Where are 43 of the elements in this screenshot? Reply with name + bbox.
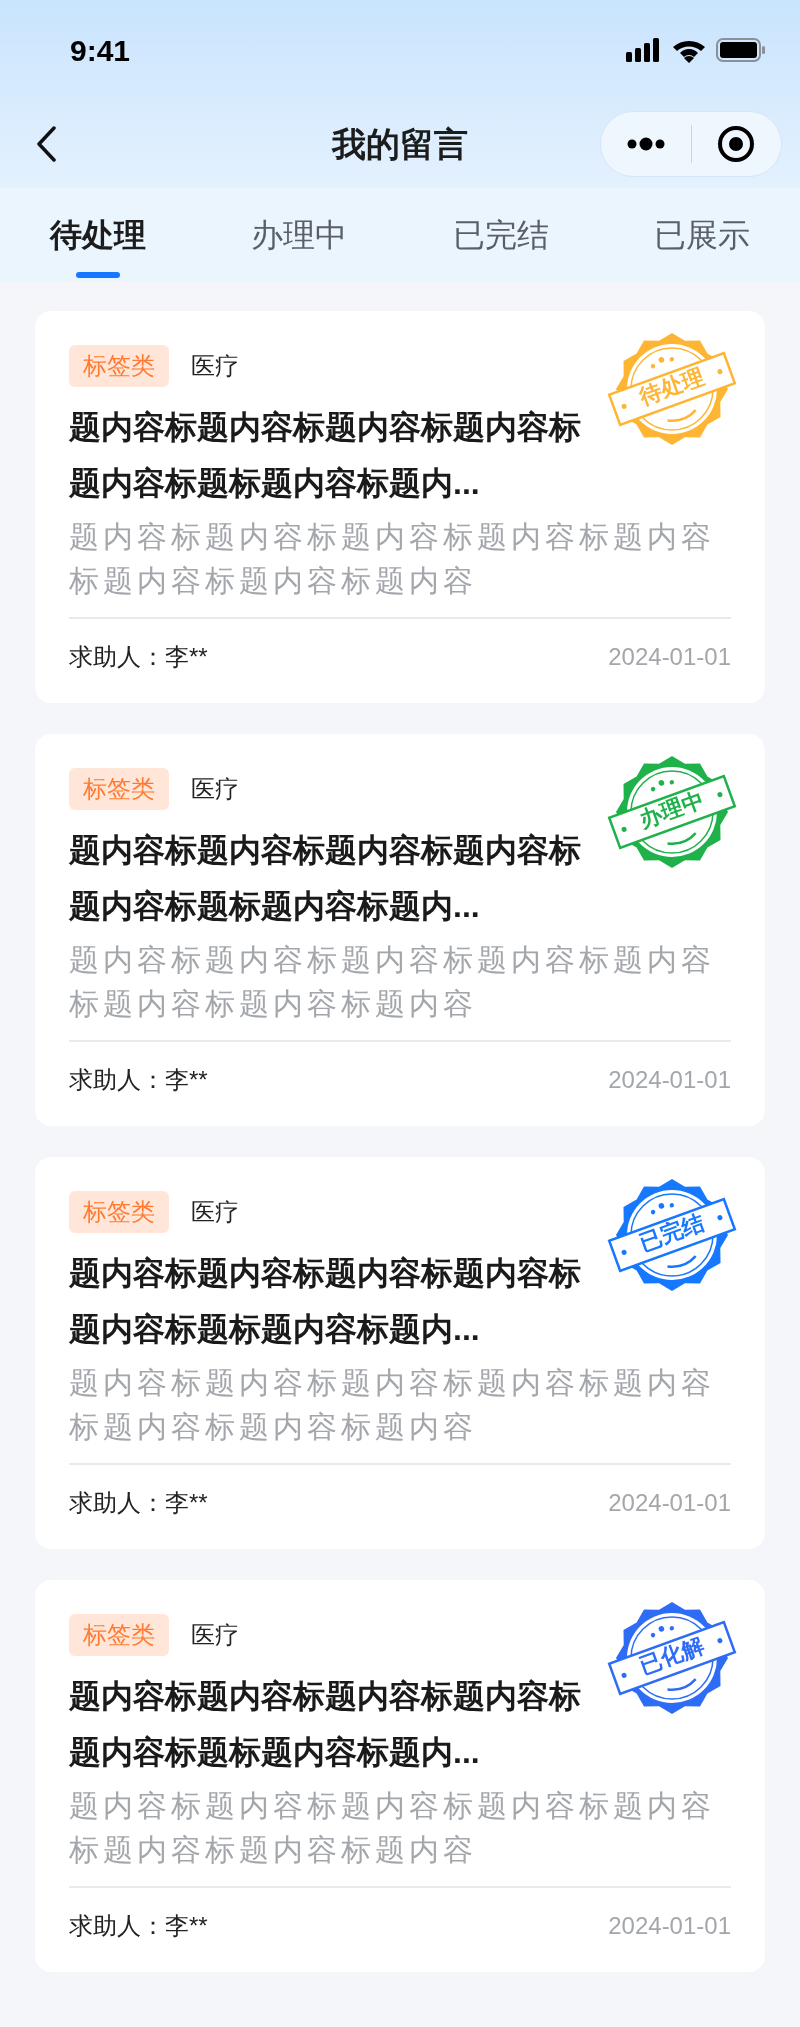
tab[interactable]: 已完结 — [452, 188, 549, 282]
message-title: 题内容标题内容标题内容标题内容标题内容标题标题内容标题内... — [69, 1254, 582, 1349]
message-card[interactable]: 办理中 标签类 医疗 题内容标题内容标题内容标题内容标题内容标题标题内容标题内... 题内容标题内容标题内容标题内容标题内容标题内容标题内容标题内容 求助人：李** 2024-01-01 — [35, 734, 765, 1126]
back-icon — [36, 126, 58, 162]
message-description: 题内容标题内容标题内容标题内容标题内容标题内容标题内容标题内容 — [69, 942, 716, 1022]
page-title: 我的留言 — [332, 123, 468, 165]
requester-text: 求助人：李** — [69, 1911, 208, 1941]
date-text: 2024-01-01 — [608, 642, 731, 672]
requester-text: 求助人：李** — [69, 1488, 208, 1518]
message-title: 题内容标题内容标题内容标题内容标题内容标题标题内容标题内... — [69, 408, 582, 503]
status-time: 9:41 — [70, 32, 131, 69]
tab[interactable]: 待处理 — [50, 188, 146, 282]
tab[interactable]: 已展示 — [654, 188, 750, 282]
date-text: 2024-01-01 — [608, 1488, 731, 1518]
target-icon — [717, 125, 756, 163]
message-card[interactable]: 已化解 标签类 医疗 题内容标题内容标题内容标题内容标题内容标题标题内容标题内... 题内容标题内容标题内容标题内容标题内容标题内容标题内容标题内容 求助人：李** 2024-01-01 — [35, 1580, 765, 1972]
stamp-text: 已化解 — [635, 1631, 709, 1681]
date-text: 2024-01-01 — [608, 1065, 731, 1095]
tag: 标签类 — [69, 1614, 169, 1656]
message-title: 题内容标题内容标题内容标题内容标题内容标题标题内容标题内... — [69, 831, 582, 926]
battery-icon — [716, 38, 766, 62]
message-description: 题内容标题内容标题内容标题内容标题内容标题内容标题内容标题内容 — [69, 519, 716, 599]
requester-text: 求助人：李** — [69, 1065, 208, 1095]
stamp-text: 办理中 — [635, 785, 709, 835]
tag: 标签类 — [69, 345, 169, 387]
stamp-text: 待处理 — [635, 362, 709, 412]
message-card[interactable]: 待处理 标签类 医疗 题内容标题内容标题内容标题内容标题内容标题标题内容标题内... 题内容标题内容标题内容标题内容标题内容标题内容标题内容标题内容 求助人：李** 2024-01-01 — [35, 311, 765, 703]
message-description: 题内容标题内容标题内容标题内容标题内容标题内容标题内容标题内容 — [69, 1788, 716, 1868]
message-title: 题内容标题内容标题内容标题内容标题内容标题标题内容标题内... — [69, 1677, 582, 1772]
date-text: 2024-01-01 — [608, 1911, 731, 1941]
more-icon — [625, 137, 666, 151]
signal-icon — [626, 38, 662, 62]
category-text: 医疗 — [191, 1197, 239, 1227]
category-text: 医疗 — [191, 351, 239, 381]
requester-text: 求助人：李** — [69, 642, 208, 672]
category-text: 医疗 — [191, 774, 239, 804]
tag: 标签类 — [69, 768, 169, 810]
stamp-text: 已完结 — [635, 1208, 709, 1258]
tab[interactable]: 办理中 — [251, 188, 348, 282]
message-card[interactable]: 已完结 标签类 医疗 题内容标题内容标题内容标题内容标题内容标题标题内容标题内... 题内容标题内容标题内容标题内容标题内容标题内容标题内容标题内容 求助人：李** 2024-01-01 — [35, 1157, 765, 1549]
category-text: 医疗 — [191, 1620, 239, 1650]
tag: 标签类 — [69, 1191, 169, 1233]
message-description: 题内容标题内容标题内容标题内容标题内容标题内容标题内容标题内容 — [69, 1365, 716, 1445]
